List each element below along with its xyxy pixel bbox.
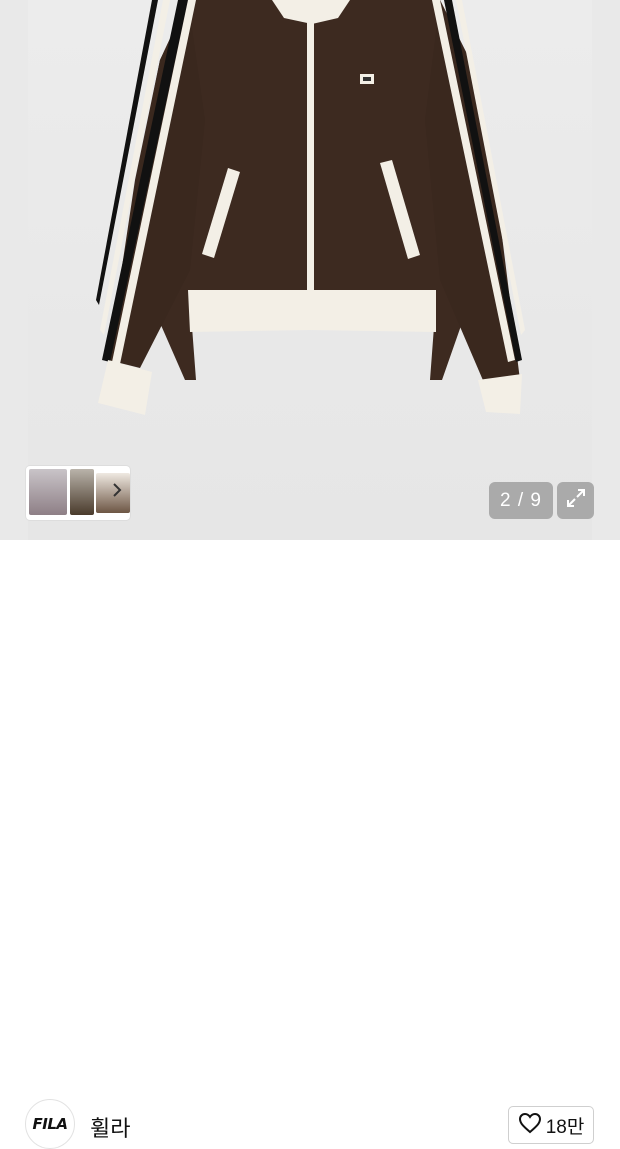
chevron-right-icon[interactable]	[112, 480, 122, 504]
brand-logo[interactable]: FILA	[25, 1099, 75, 1149]
right-cuff	[478, 374, 522, 414]
thumbnail-2[interactable]	[70, 469, 94, 515]
brand-logo-text: FILA	[32, 1115, 69, 1133]
product-image[interactable]	[0, 0, 620, 540]
brand-bar: FILA 휠라 18만	[0, 540, 620, 1149]
thumbnail-1[interactable]	[29, 469, 67, 515]
like-button[interactable]: 18만	[508, 1106, 594, 1144]
zipper	[307, 10, 314, 310]
product-gallery[interactable]: 2 / 9	[0, 0, 620, 540]
hem-band	[188, 290, 436, 332]
page-counter: 2 / 9	[489, 482, 553, 519]
expand-button[interactable]	[557, 482, 594, 519]
left-cuff	[98, 360, 152, 415]
heart-outline-icon	[518, 1112, 542, 1139]
brand-name[interactable]: 휠라	[90, 1111, 130, 1143]
thumbnail-strip[interactable]	[26, 466, 130, 520]
expand-icon	[565, 487, 587, 514]
like-count: 18만	[545, 1116, 585, 1138]
